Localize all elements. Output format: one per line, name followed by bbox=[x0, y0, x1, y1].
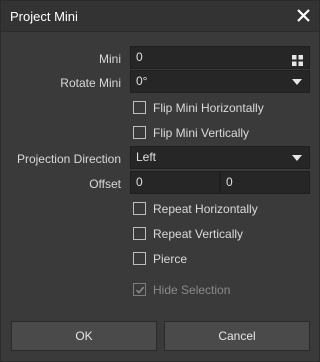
rotate-mini-value: 0° bbox=[136, 74, 148, 88]
chevron-down-icon bbox=[292, 155, 302, 161]
projection-direction-label: Projection Direction bbox=[16, 152, 121, 166]
flip-vertical-checkbox[interactable] bbox=[133, 126, 146, 139]
mini-label: Mini bbox=[98, 52, 121, 66]
close-icon[interactable] bbox=[295, 7, 312, 24]
repeat-vertical-label: Repeat Vertically bbox=[153, 227, 244, 241]
pierce-checkbox[interactable] bbox=[133, 252, 146, 265]
rotate-mini-label: Rotate Mini bbox=[60, 76, 121, 90]
chevron-down-icon bbox=[292, 79, 302, 85]
projection-direction-value: Left bbox=[136, 150, 157, 164]
dialog-title: Project Mini bbox=[10, 9, 78, 24]
cancel-button[interactable]: Cancel bbox=[164, 321, 310, 351]
project-mini-dialog: Project Mini Mini 0 Rotate Mini 0° Flip … bbox=[0, 0, 320, 362]
offset-x-input[interactable]: 0 bbox=[130, 171, 220, 194]
offset-label: Offset bbox=[89, 177, 121, 191]
flip-vertical-label: Flip Mini Vertically bbox=[153, 126, 250, 140]
title-bar: Project Mini bbox=[1, 1, 319, 32]
repeat-horizontal-label: Repeat Horizontally bbox=[153, 202, 258, 216]
repeat-vertical-checkbox[interactable] bbox=[133, 227, 146, 240]
checkmark-icon bbox=[135, 286, 145, 294]
hide-selection-checkbox bbox=[133, 283, 146, 296]
offset-y-input[interactable]: 0 bbox=[220, 171, 310, 194]
mini-value: 0 bbox=[136, 50, 143, 64]
pierce-label: Pierce bbox=[153, 252, 188, 266]
mini-input[interactable]: 0 bbox=[130, 46, 310, 69]
ok-button[interactable]: OK bbox=[11, 321, 157, 351]
offset-x-value: 0 bbox=[136, 175, 143, 189]
grid-icon[interactable] bbox=[292, 52, 303, 66]
flip-horizontal-label: Flip Mini Horizontally bbox=[153, 101, 264, 115]
offset-y-value: 0 bbox=[226, 175, 233, 189]
rotate-mini-select[interactable]: 0° bbox=[130, 70, 310, 93]
hide-selection-label: Hide Selection bbox=[153, 283, 231, 297]
flip-horizontal-checkbox[interactable] bbox=[133, 101, 146, 114]
projection-direction-select[interactable]: Left bbox=[130, 146, 310, 169]
repeat-horizontal-checkbox[interactable] bbox=[133, 202, 146, 215]
